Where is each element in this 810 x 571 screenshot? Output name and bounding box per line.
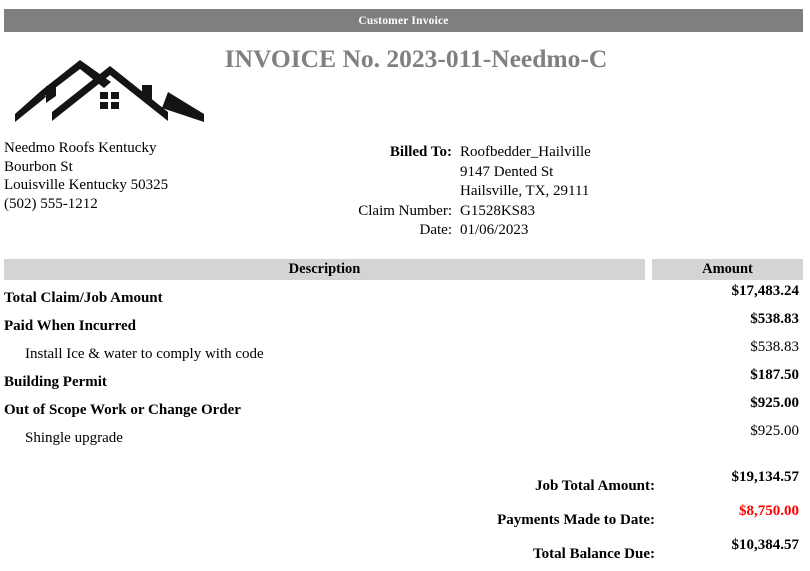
line-item-description: Total Claim/Job Amount [4,290,163,306]
line-item-description: Install Ice & water to comply with code [25,346,264,362]
table-row: Total Claim/Job Amount $17,483.24 [0,283,810,311]
date-label: Date: [419,222,452,238]
total-label: Total Balance Due: [533,546,655,562]
line-item-amount: $925.00 [750,395,799,411]
billed-to-name-row: Billed To: Roofbedder_Hailville [300,143,700,163]
banner-title: Customer Invoice [358,14,449,27]
total-row: Payments Made to Date: $8,750.00 [0,503,810,537]
roof-house-logo-icon [12,52,208,124]
table-row: Shingle upgrade $925.00 [0,423,810,451]
claim-number-row: Claim Number: G1528KS83 [300,202,700,222]
table-row: Paid When Incurred $538.83 [0,311,810,339]
total-label: Payments Made to Date: [497,512,655,528]
line-item-amount: $538.83 [750,311,799,327]
date-value: 01/06/2023 [460,222,529,238]
line-item-amount: $187.50 [750,367,799,383]
billed-to-city-state-zip: Hailsville, TX, 29111 [460,183,590,199]
claim-number-value: G1528KS83 [460,202,536,219]
claim-number-label: Claim Number: [358,202,452,219]
line-item-amount: $925.00 [750,423,799,439]
total-row: Total Balance Due: $10,384.57 [0,537,810,571]
column-header-description: Description [4,259,645,280]
line-items-list: Total Claim/Job Amount $17,483.24 Paid Whe… [0,283,810,451]
company-street: Bourbon St [4,158,73,175]
totals-section: Job Total Amount: $19,134.57 Payments Made… [0,469,810,571]
total-amount: $19,134.57 [731,469,800,485]
billed-to-block: Billed To: Roofbedder_Hailville 9147 Den… [300,143,700,241]
line-item-description: Shingle upgrade [25,430,123,446]
company-address-block: Needmo Roofs Kentucky Bourbon St Louisvi… [4,139,168,213]
customer-invoice-banner: Customer Invoice [4,9,803,32]
total-row: Job Total Amount: $19,134.57 [0,469,810,503]
line-item-description: Out of Scope Work or Change Order [4,402,241,418]
total-amount: $8,750.00 [739,503,799,519]
column-header-amount: Amount [652,259,803,280]
total-label: Job Total Amount: [534,478,655,494]
line-item-amount: $17,483.24 [731,283,800,299]
table-row: Install Ice & water to comply with code $… [0,339,810,367]
line-item-description: Building Permit [4,374,107,390]
company-city-state-zip: Louisville Kentucky 50325 [4,177,169,193]
table-row: Building Permit $187.50 [0,367,810,395]
line-item-amount: $538.83 [750,339,799,355]
line-items-table-header: Description Amount [4,259,803,280]
billed-to-street: 9147 Dented St [460,163,554,180]
total-amount: $10,384.57 [731,537,800,553]
date-row: Date: 01/06/2023 [300,221,700,241]
billed-to-name: Roofbedder_Hailville [460,144,591,160]
billed-to-label: Billed To: [389,144,452,160]
company-phone: (502) 555-1212 [4,195,98,212]
line-item-description: Paid When Incurred [4,318,136,334]
company-name: Needmo Roofs Kentucky [4,140,157,156]
table-row: Out of Scope Work or Change Order $925.00 [0,395,810,423]
